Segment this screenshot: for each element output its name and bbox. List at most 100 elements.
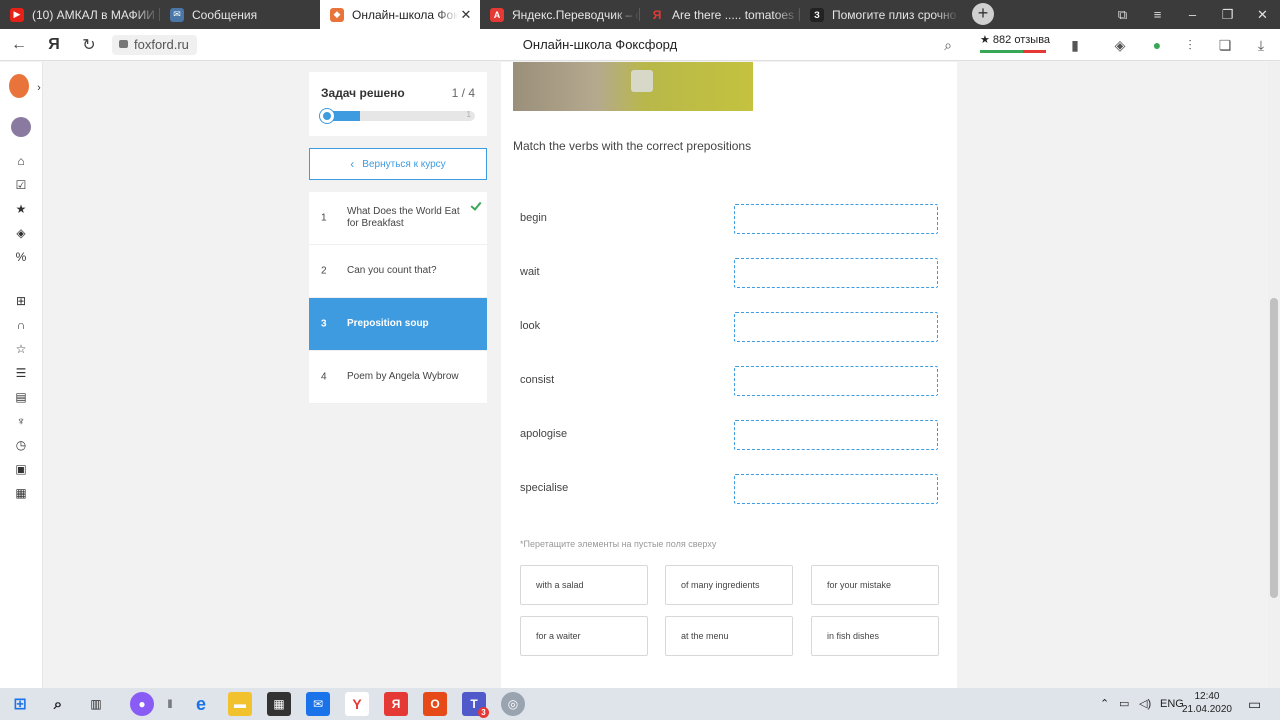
- url-text: foxford.ru: [134, 37, 189, 52]
- maximize-button[interactable]: ❐: [1210, 7, 1245, 23]
- draggable-option[interactable]: with a salad: [520, 565, 648, 605]
- reviews-badge[interactable]: ★ 882 отзыва: [980, 33, 1050, 53]
- page-scrollbar[interactable]: [1268, 62, 1280, 688]
- teams-icon[interactable]: T3: [462, 692, 489, 718]
- course-panel: Задач решено 1 / 4 1 ‹ Вернуться к курсу…: [309, 72, 487, 404]
- close-window-button[interactable]: ✕: [1245, 7, 1280, 23]
- tabs-overview-icon[interactable]: ⧉: [1105, 7, 1140, 23]
- volume-icon[interactable]: ◁): [1139, 688, 1151, 720]
- page-title: Онлайн-школа Фоксфорд: [522, 37, 678, 52]
- clock-icon[interactable]: ◷: [11, 435, 31, 455]
- notifications-icon[interactable]: ▭: [1248, 688, 1261, 720]
- minimize-button[interactable]: –: [1175, 7, 1210, 22]
- address-bar: ← Я ↻ foxford.ru Онлайн-школа Фоксфорд ⌕…: [0, 29, 1280, 61]
- turbo-icon[interactable]: ◈: [1106, 29, 1134, 61]
- store-icon[interactable]: ▦: [267, 692, 291, 716]
- reload-icon[interactable]: ↻: [75, 29, 103, 61]
- scrollbar-thumb[interactable]: [1270, 298, 1278, 598]
- yandex-browser-icon[interactable]: Y: [345, 692, 369, 716]
- book-icon[interactable]: ▣: [11, 459, 31, 479]
- tab-znanija[interactable]: З Помогите плиз срочно 7: [800, 0, 960, 29]
- foxford-icon: ◆: [330, 7, 344, 22]
- lesson-item-2[interactable]: 2 Can you count that?: [309, 245, 487, 298]
- trophy-icon[interactable]: ♆: [11, 411, 31, 431]
- language-indicator[interactable]: ENG: [1160, 688, 1184, 720]
- mail-icon[interactable]: ✉: [306, 692, 330, 716]
- url-field[interactable]: foxford.ru: [112, 35, 197, 55]
- edge-icon[interactable]: e: [189, 692, 213, 716]
- match-row: wait: [520, 258, 938, 288]
- file-explorer-icon[interactable]: ▬: [228, 692, 252, 716]
- tab-yandex-translate[interactable]: A Яндекс.Переводчик – сло: [480, 0, 640, 29]
- tray-chevron-icon[interactable]: ⌃: [1100, 688, 1109, 720]
- menu-icon[interactable]: ≡: [1140, 7, 1175, 22]
- drop-zone[interactable]: [734, 474, 938, 504]
- tab-youtube[interactable]: ▶ (10) АМКАЛ в МАФИИ Он: [0, 0, 160, 29]
- home-icon[interactable]: ⌂: [11, 151, 31, 171]
- progress-start-dot: [320, 109, 334, 123]
- foxford-avatar[interactable]: [9, 74, 29, 98]
- drop-zone[interactable]: [734, 312, 938, 342]
- draggable-option[interactable]: in fish dishes: [811, 616, 939, 656]
- document-icon[interactable]: ▦: [11, 483, 31, 503]
- verb-label: specialise: [520, 482, 569, 494]
- clock-date: 21.04.2020: [1181, 704, 1232, 715]
- app-icon[interactable]: ◎: [501, 692, 525, 716]
- search-icon[interactable]: ⌕: [934, 29, 962, 61]
- tab-vk-messages[interactable]: ✉ Сообщения: [160, 0, 320, 29]
- user-avatar-icon: [11, 117, 31, 137]
- alice-icon[interactable]: ●: [130, 692, 154, 716]
- system-clock[interactable]: 12:40 21.04.2020: [1182, 690, 1232, 716]
- back-arrow-icon[interactable]: ←: [5, 29, 33, 61]
- draggable-option[interactable]: for a waiter: [520, 616, 648, 656]
- search-taskbar-icon[interactable]: ⌕: [46, 692, 70, 716]
- window-controls: ⧉ ≡ – ❐ ✕: [1105, 0, 1280, 29]
- star-icon[interactable]: ★: [11, 199, 31, 219]
- user-avatar[interactable]: [11, 117, 31, 137]
- yandex-logo-icon[interactable]: Я: [40, 29, 68, 61]
- tab-foxford[interactable]: ◆ Онлайн-школа Фоксфорд ✕: [320, 0, 480, 29]
- bookmark-icon[interactable]: ▮: [1061, 29, 1089, 61]
- office-icon[interactable]: O: [423, 692, 447, 716]
- tasks-icon[interactable]: ☑: [11, 175, 31, 195]
- draggable-option[interactable]: at the menu: [665, 616, 793, 656]
- drop-zone[interactable]: [734, 258, 938, 288]
- draggable-option[interactable]: of many ingredients: [665, 565, 793, 605]
- task-content: Match the verbs with the correct preposi…: [501, 62, 957, 688]
- back-to-course-button[interactable]: ‹ Вернуться к курсу: [309, 148, 487, 180]
- drop-zone[interactable]: [734, 366, 938, 396]
- drag-hint: *Перетащите элементы на пустые поля свер…: [520, 539, 717, 549]
- yandex-icon: Я: [652, 7, 662, 22]
- clock-time: 12:40: [1194, 691, 1220, 702]
- new-tab-button[interactable]: +: [972, 3, 994, 25]
- extensions-icon[interactable]: ⫶: [1176, 29, 1204, 61]
- vk-messages-icon: ✉: [170, 7, 184, 22]
- collections-icon[interactable]: ❏: [1211, 29, 1239, 61]
- plus-box-icon[interactable]: ⊞: [11, 291, 31, 311]
- protect-icon[interactable]: ●: [1143, 29, 1171, 61]
- downloads-icon[interactable]: ⤓: [1247, 29, 1275, 61]
- drop-zone[interactable]: [734, 204, 938, 234]
- star-outline-icon[interactable]: ☆: [11, 339, 31, 359]
- lesson-item-4[interactable]: 4 Poem by Angela Wybrow: [309, 351, 487, 404]
- tab-title: Помогите плиз срочно 7: [832, 7, 960, 22]
- draggable-option[interactable]: for your mistake: [811, 565, 939, 605]
- page-content: Задач решено 1 / 4 1 ‹ Вернуться к курсу…: [43, 62, 1268, 688]
- lesson-number: 3: [321, 318, 327, 330]
- tab-yandex[interactable]: Я Are there ..... tomatoes left: [640, 0, 800, 29]
- yandex-icon-taskbar[interactable]: Я: [384, 692, 408, 716]
- percent-icon[interactable]: %: [11, 247, 31, 267]
- rating-bar: [980, 50, 1046, 53]
- windows-start-icon[interactable]: ⊞: [8, 692, 32, 716]
- network-icon[interactable]: ▭: [1119, 688, 1129, 720]
- tag-icon[interactable]: ◈: [11, 223, 31, 243]
- drop-zone[interactable]: [734, 420, 938, 450]
- close-tab-icon[interactable]: ✕: [458, 7, 474, 23]
- task-view-icon[interactable]: ▥: [84, 692, 108, 716]
- lesson-item-3[interactable]: 3 Preposition soup: [309, 298, 487, 351]
- lesson-item-1[interactable]: 1 What Does the World Eat for Breakfast: [309, 192, 487, 245]
- headphones-icon[interactable]: ∩: [11, 315, 31, 335]
- archive-icon[interactable]: ▤: [11, 387, 31, 407]
- tab-title: Are there ..... tomatoes left: [672, 7, 800, 22]
- list-icon[interactable]: ☰: [11, 363, 31, 383]
